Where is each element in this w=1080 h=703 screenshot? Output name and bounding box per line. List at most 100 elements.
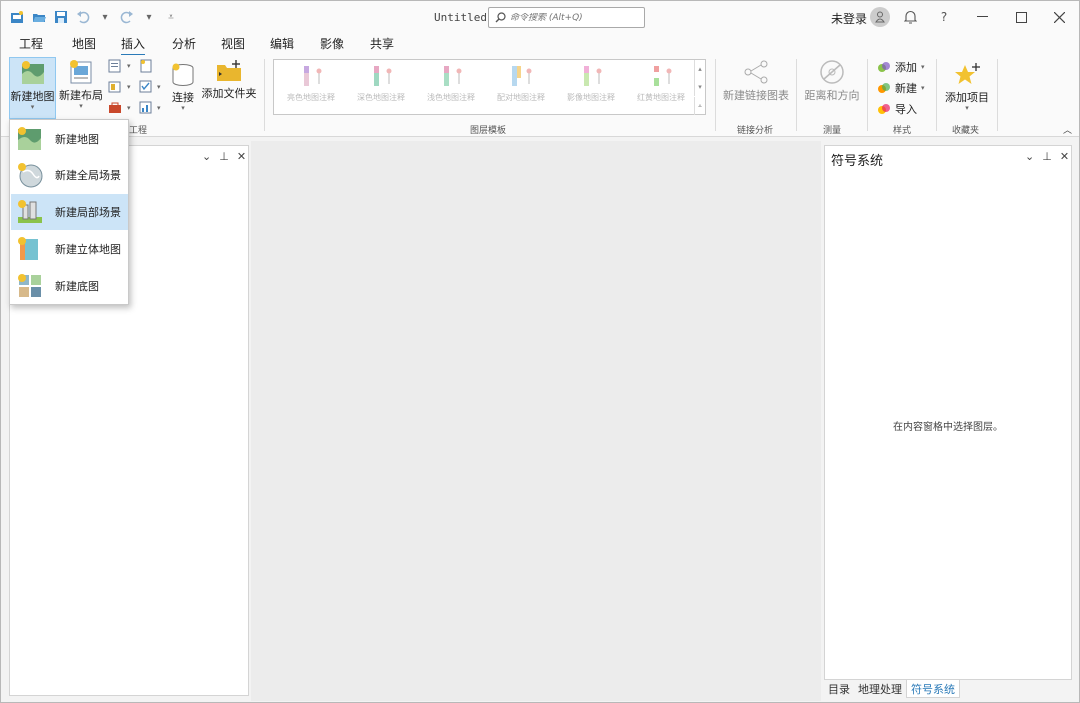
distance-direction-button[interactable]: 距离和方向 bbox=[804, 59, 860, 115]
customize-toolbar-icon[interactable]: ⩡ bbox=[163, 9, 179, 25]
new-layout-label: 新建布局 bbox=[59, 89, 103, 102]
title-bar: ▾ ▾ ⩡ Untitled 未登录 ? bbox=[1, 1, 1079, 33]
gallery-item-paired[interactable]: 配对地图注释 bbox=[490, 64, 552, 110]
tab-symbology[interactable]: 符号系统 bbox=[906, 680, 960, 698]
distance-direction-label: 距离和方向 bbox=[804, 89, 860, 102]
stereo-map-icon bbox=[18, 237, 38, 260]
add-item-label: 添加项目 bbox=[945, 91, 989, 104]
group-divider bbox=[867, 59, 868, 131]
close-icon[interactable] bbox=[1048, 7, 1070, 27]
new-map-button[interactable]: 新建地图 ▾ bbox=[9, 57, 56, 119]
new-project-icon[interactable] bbox=[9, 9, 25, 25]
chevron-down-icon[interactable]: ▾ bbox=[157, 104, 161, 112]
chevron-down-icon[interactable]: ▾ bbox=[127, 83, 131, 91]
add-folder-button[interactable]: 添加文件夹 bbox=[201, 59, 257, 115]
layer-template-icon bbox=[512, 66, 532, 86]
add-item-button[interactable]: 添加项目 ▾ bbox=[944, 61, 990, 117]
tab-view[interactable]: 视图 bbox=[221, 35, 245, 54]
gallery-group-label: 图层模板 bbox=[470, 126, 507, 136]
style-new-button[interactable]: 新建 ▾ bbox=[877, 80, 925, 96]
gallery-item-dark[interactable]: 深色地图注释 bbox=[350, 64, 412, 110]
new-map-dropdown: 新建地图 新建全局场景 新建局部场景 新建立体地图 新建底图 bbox=[9, 119, 129, 305]
chevron-down-icon[interactable]: ▾ bbox=[127, 62, 131, 70]
group-divider bbox=[715, 59, 716, 131]
gallery-item-redyellow[interactable]: 红黄地图注释 bbox=[630, 64, 692, 110]
new-link-chart-label: 新建链接图表 bbox=[723, 89, 789, 102]
new-layout-button[interactable]: 新建布局 ▾ bbox=[58, 57, 104, 119]
close-pane-icon[interactable]: ✕ bbox=[1060, 150, 1069, 163]
login-status[interactable]: 未登录 bbox=[831, 10, 867, 27]
connect-label: 连接 bbox=[172, 91, 194, 104]
import-layout-icon[interactable] bbox=[108, 80, 122, 94]
open-folder-icon[interactable] bbox=[31, 9, 47, 25]
style-add-button[interactable]: 添加 ▾ bbox=[877, 59, 925, 75]
map-view-area bbox=[251, 141, 821, 701]
chevron-down-icon: ▾ bbox=[79, 102, 83, 110]
menu-item-new-local-scene[interactable]: 新建局部场景 bbox=[11, 194, 128, 230]
group-divider bbox=[264, 59, 265, 131]
close-pane-icon[interactable]: ✕ bbox=[237, 150, 246, 163]
gallery-item-imagery[interactable]: 影像地图注释 bbox=[560, 64, 622, 110]
task-icon[interactable] bbox=[139, 80, 153, 94]
undo-dropdown-icon[interactable]: ▾ bbox=[97, 9, 113, 25]
search-input[interactable] bbox=[510, 12, 640, 23]
favorites-group-label: 收藏夹 bbox=[952, 126, 980, 136]
command-search[interactable] bbox=[488, 7, 645, 28]
help-button[interactable]: ? bbox=[933, 7, 955, 27]
tab-share[interactable]: 共享 bbox=[370, 35, 394, 54]
tab-insert[interactable]: 插入 bbox=[121, 35, 146, 56]
chevron-down-icon[interactable]: ▾ bbox=[127, 104, 131, 112]
redo-dropdown-icon[interactable]: ▾ bbox=[141, 9, 157, 25]
style-group-label: 样式 bbox=[893, 126, 912, 136]
collapse-ribbon-icon[interactable]: ︿ bbox=[1063, 123, 1072, 136]
tab-catalog[interactable]: 目录 bbox=[824, 680, 854, 698]
style-import-icon bbox=[878, 104, 890, 114]
new-report-icon[interactable] bbox=[108, 59, 122, 73]
pane-options-icon[interactable]: ⌄ bbox=[202, 150, 211, 163]
new-map-label: 新建地图 bbox=[10, 90, 55, 103]
gallery-item-pale[interactable]: 浅色地图注释 bbox=[420, 64, 482, 110]
tab-edit[interactable]: 编辑 bbox=[270, 35, 294, 54]
maximize-icon[interactable] bbox=[1010, 7, 1032, 27]
new-link-chart-button[interactable]: 新建链接图表 bbox=[723, 59, 789, 115]
menu-item-new-map[interactable]: 新建地图 bbox=[11, 121, 128, 157]
tab-imagery[interactable]: 影像 bbox=[320, 35, 344, 54]
local-scene-icon bbox=[18, 200, 42, 223]
tab-analysis[interactable]: 分析 bbox=[172, 35, 196, 54]
pin-icon[interactable]: ⊥ bbox=[219, 150, 229, 163]
toolbox-icon[interactable] bbox=[108, 101, 122, 115]
menu-item-new-stereo-map[interactable]: 新建立体地图 bbox=[11, 231, 128, 267]
basemap-icon bbox=[18, 274, 41, 297]
redo-icon[interactable] bbox=[119, 9, 135, 25]
chevron-down-icon[interactable]: ▾ bbox=[157, 83, 161, 91]
gallery-scroll-down-icon[interactable]: ▾ bbox=[694, 78, 705, 96]
add-folder-label: 添加文件夹 bbox=[201, 87, 257, 100]
layer-template-gallery: 亮色地图注释 深色地图注释 浅色地图注释 配对地图注释 影像地图注释 红黄地图注… bbox=[273, 59, 706, 115]
menu-item-new-global-scene[interactable]: 新建全局场景 bbox=[11, 157, 128, 193]
pin-icon[interactable]: ⊥ bbox=[1042, 150, 1052, 163]
tab-geoprocessing[interactable]: 地理处理 bbox=[854, 680, 906, 698]
pane-options-icon[interactable]: ⌄ bbox=[1025, 150, 1034, 163]
connect-button[interactable]: 连接 ▾ bbox=[167, 63, 199, 119]
tab-map[interactable]: 地图 bbox=[72, 35, 96, 54]
star-add-icon bbox=[955, 63, 980, 84]
gallery-scroll-up-icon[interactable]: ▴ bbox=[694, 60, 705, 78]
gallery-item-light[interactable]: 亮色地图注释 bbox=[280, 64, 342, 110]
gallery-expand-icon[interactable]: ⩡ bbox=[694, 97, 705, 115]
chevron-down-icon: ▾ bbox=[921, 84, 925, 92]
layer-template-icon bbox=[654, 66, 672, 86]
save-icon[interactable] bbox=[53, 9, 69, 25]
menu-item-new-basemap[interactable]: 新建底图 bbox=[11, 268, 128, 304]
notification-bell-icon[interactable] bbox=[899, 7, 921, 27]
new-layout-icon bbox=[70, 60, 92, 84]
tab-project[interactable]: 工程 bbox=[19, 35, 43, 54]
layer-template-icon bbox=[444, 66, 462, 86]
minimize-icon[interactable] bbox=[971, 7, 993, 27]
new-map-icon bbox=[18, 127, 41, 150]
new-chart-icon[interactable] bbox=[139, 101, 153, 115]
new-notebook-icon[interactable] bbox=[139, 59, 153, 73]
style-import-button[interactable]: 导入 bbox=[877, 101, 917, 117]
undo-icon[interactable] bbox=[75, 9, 91, 25]
folder-add-icon bbox=[217, 60, 241, 81]
user-avatar-icon[interactable] bbox=[870, 7, 890, 27]
